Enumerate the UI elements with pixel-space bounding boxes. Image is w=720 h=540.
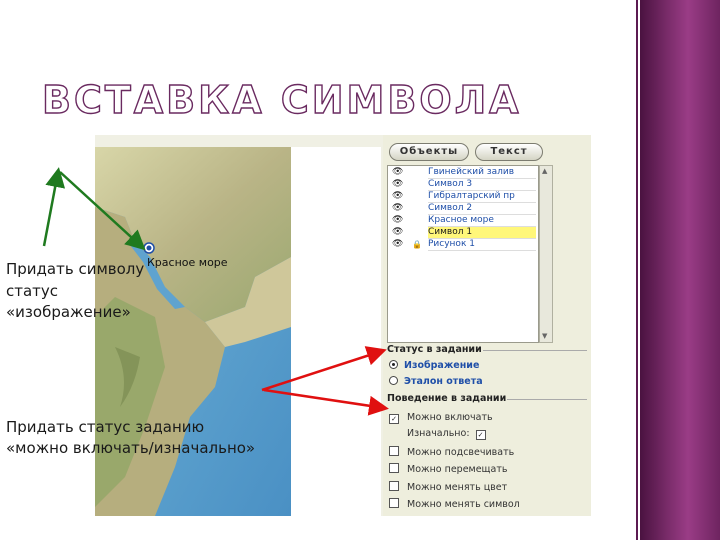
checkbox-initially[interactable]: Изначально: ✓ <box>407 428 486 440</box>
eye-icon[interactable]: 👁 <box>392 203 403 214</box>
behavior-section-header: Поведение в задании <box>387 393 507 404</box>
eye-icon[interactable]: 👁 <box>392 179 403 190</box>
tab-text[interactable]: Текст <box>475 143 543 161</box>
list-item[interactable]: 👁 Красное море <box>390 215 536 227</box>
list-item-label: Символ 2 <box>428 203 536 215</box>
map-marker-icon[interactable] <box>95 135 291 516</box>
list-item[interactable]: 👁 Символ 2 <box>390 203 536 215</box>
checkbox-can-change-symbol[interactable]: Можно менять символ <box>389 498 520 510</box>
radio-reference-answer[interactable]: Эталон ответа <box>389 376 483 387</box>
list-item-selected[interactable]: 👁 Символ 1 <box>390 227 536 239</box>
checkbox-unchecked-icon[interactable] <box>389 463 399 473</box>
annotation-line: статус <box>6 282 59 300</box>
list-item[interactable]: 👁 Гибралтарский пр <box>390 191 536 203</box>
checkbox-checked-icon[interactable]: ✓ <box>475 430 486 440</box>
scroll-up-icon[interactable]: ▲ <box>542 168 549 175</box>
application-screenshot: Красное море Объекты Текст 👁 Гвинейский … <box>95 135 591 516</box>
radio-image-status[interactable]: Изображение <box>389 360 479 371</box>
annotation-line: Придать статус заданию <box>6 418 205 436</box>
divider <box>507 399 587 400</box>
list-item-label: Гибралтарский пр <box>428 191 536 203</box>
green-arrow-up <box>42 167 66 247</box>
eye-icon[interactable]: 👁 <box>392 191 403 202</box>
decorative-side-bar <box>640 0 720 540</box>
checkbox-unchecked-icon[interactable] <box>389 498 399 508</box>
radio-label: Изображение <box>404 360 480 371</box>
checkbox-can-move[interactable]: Можно перемещать <box>389 463 507 475</box>
checkbox-can-enable[interactable]: ✓ Можно включать <box>389 412 493 424</box>
list-item-label: Красное море <box>428 215 536 227</box>
canvas-area <box>291 147 381 516</box>
checkbox-checked-icon[interactable]: ✓ <box>389 414 399 424</box>
checkbox-label: Изначально: <box>407 428 470 439</box>
checkbox-label: Можно подсвечивать <box>407 447 515 458</box>
checkbox-label: Можно менять символ <box>407 499 520 510</box>
radio-label: Эталон ответа <box>404 376 483 387</box>
list-item-label: Символ 1 <box>428 227 536 239</box>
eye-icon[interactable]: 👁 <box>392 215 403 226</box>
scroll-down-icon[interactable]: ▼ <box>542 333 549 340</box>
list-scrollbar[interactable]: ▲ ▼ <box>539 165 553 343</box>
checkbox-unchecked-icon[interactable] <box>389 446 399 456</box>
objects-list[interactable]: 👁 Гвинейский залив 👁 Символ 3 👁 Гибралта… <box>387 165 539 343</box>
status-section-header: Статус в задании <box>387 344 482 355</box>
annotation-line: «можно включать/изначально» <box>6 439 256 457</box>
checkbox-label: Можно менять цвет <box>407 482 508 493</box>
list-item-label: Символ 3 <box>428 179 536 191</box>
lock-icon[interactable]: 🔒 <box>412 239 422 250</box>
radio-checked-icon[interactable] <box>389 360 398 369</box>
list-item[interactable]: 👁 🔒 Рисунок 1 <box>390 239 536 251</box>
eye-icon[interactable]: 👁 <box>392 239 403 250</box>
checkbox-label: Можно включать <box>407 412 493 423</box>
annotation-line: Придать символу <box>6 260 145 278</box>
map-label-red-sea: Красное море <box>147 256 228 269</box>
checkbox-label: Можно перемещать <box>407 464 508 475</box>
eye-icon[interactable]: 👁 <box>392 167 403 178</box>
checkbox-can-change-color[interactable]: Можно менять цвет <box>389 481 507 493</box>
list-item-label: Рисунок 1 <box>428 239 536 251</box>
eye-icon[interactable]: 👁 <box>392 227 403 238</box>
radio-unchecked-icon[interactable] <box>389 376 398 385</box>
list-item-label: Гвинейский залив <box>428 167 536 179</box>
side-divider <box>636 0 638 540</box>
annotation-line: «изображение» <box>6 303 131 321</box>
slide-title: ВСТАВКА СИМВОЛА <box>41 77 522 122</box>
properties-panel: Объекты Текст 👁 Гвинейский залив 👁 Симво… <box>383 135 591 516</box>
divider <box>483 350 587 351</box>
tab-objects[interactable]: Объекты <box>389 143 469 161</box>
checkbox-unchecked-icon[interactable] <box>389 481 399 491</box>
list-item[interactable]: 👁 Символ 3 <box>390 179 536 191</box>
checkbox-can-highlight[interactable]: Можно подсвечивать <box>389 446 514 458</box>
list-item[interactable]: 👁 Гвинейский залив <box>390 167 536 179</box>
